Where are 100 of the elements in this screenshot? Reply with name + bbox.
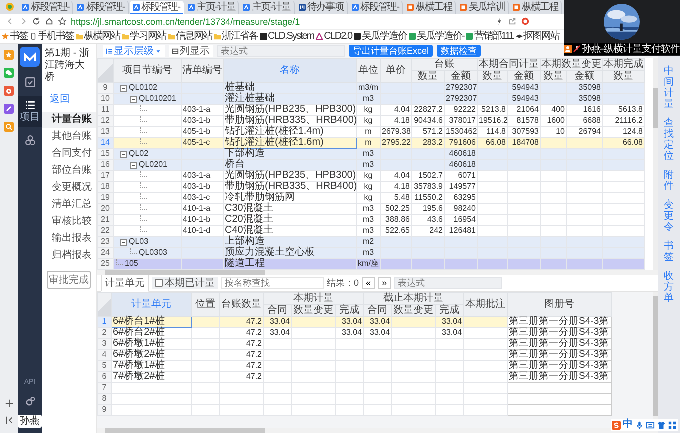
add-icon[interactable] (4, 399, 14, 408)
shirt-icon[interactable] (657, 420, 666, 430)
columns-button[interactable]: 列显示 (169, 45, 213, 57)
bookmark[interactable]: 吴瓜学造价- (409, 31, 464, 42)
nav-item[interactable]: 归档报表 (42, 248, 96, 264)
bookmark[interactable]: 信息网站 (168, 31, 212, 42)
mic-icon[interactable] (635, 420, 644, 430)
site-icon (22, 4, 29, 11)
table-cell: C30混凝土 (224, 204, 356, 214)
toolbar-button[interactable]: 数据检查 (437, 45, 482, 57)
tree-line (140, 193, 147, 199)
browser-tab[interactable]: 标段管理- (130, 1, 184, 14)
approve-button[interactable]: 审批完成 (47, 271, 91, 289)
folder-icon (214, 33, 221, 40)
bookmark-star-icon[interactable] (58, 17, 67, 26)
scrollbar-thumb[interactable] (105, 270, 265, 275)
column-group-header: 本期计量 (264, 292, 364, 304)
row-number: 6 (98, 372, 112, 382)
units-tab[interactable]: 计量单元 (101, 274, 149, 292)
input-method-logo-icon[interactable] (612, 420, 621, 430)
checkbox-icon (24, 77, 36, 88)
folder-icon (122, 33, 129, 40)
list-icon (24, 100, 36, 111)
lightning-icon[interactable] (495, 17, 504, 26)
collapse-icon[interactable] (130, 96, 137, 102)
bookmark[interactable]: 学习网站 (122, 31, 166, 42)
collapse-icon[interactable] (120, 84, 127, 92)
bookmark[interactable]: 书签 (2, 31, 28, 42)
collapse-icon[interactable] (120, 150, 127, 158)
tree-line (140, 215, 147, 221)
collapse-icon[interactable] (120, 238, 127, 246)
checkbox[interactable] (155, 279, 163, 287)
table-cell: 7#桥墩1#桩 (112, 360, 192, 372)
reload-icon[interactable] (32, 17, 41, 26)
table-cell: 第三册第一分册S4-3第 (508, 350, 612, 360)
keyboard-icon[interactable] (646, 420, 655, 430)
table-cell: 6#桥台1#桩 (112, 316, 192, 328)
measured-filter[interactable]: 本期已计量 (152, 277, 218, 289)
row-number: 21 (98, 214, 114, 226)
input-mode-label[interactable]: 中 (623, 420, 633, 430)
tree-line (140, 127, 147, 133)
table-cell: 带肋钢筋(HRB335、HRB400) (224, 116, 356, 126)
column-group-header: 本期数量变更 (540, 58, 602, 70)
collapse-icon[interactable] (130, 162, 137, 168)
nav-item[interactable]: 变更概况 (42, 180, 96, 196)
level-dropdown[interactable]: 显示层级 (103, 45, 165, 57)
bookmark[interactable]: 手机书签 (30, 31, 74, 42)
pager-button[interactable]: « (362, 277, 376, 289)
nav-item[interactable]: 审核比较 (42, 214, 96, 230)
bookmark[interactable]: 浙江省各 (214, 31, 258, 42)
collapse-icon[interactable] (4, 416, 14, 425)
triangle-icon (316, 33, 324, 40)
tree-line (140, 226, 147, 232)
pager-button[interactable]: » (378, 277, 392, 289)
period-title: 第1期 - 浙江跨海大桥 (44, 46, 90, 85)
eye-icon[interactable] (4, 86, 14, 96)
cluster-icon (24, 135, 36, 146)
nav-item[interactable]: 输出报表 (42, 231, 96, 247)
expression-field[interactable]: 表达式 (217, 45, 345, 57)
participant-name: 孙燕-纵横计量支付软件 (582, 44, 680, 54)
bookmark[interactable]: CLD2.0 (316, 31, 352, 42)
bookmark[interactable]: 吴瓜学造价 (354, 31, 408, 42)
column-header: 单价 (380, 58, 412, 82)
star-icon[interactable] (4, 50, 14, 60)
nav-item[interactable]: 清单汇总 (42, 197, 96, 213)
toolbar-button[interactable]: 导出计量台账Excel (349, 45, 434, 57)
bookmark[interactable]: CLD.System (260, 31, 314, 42)
row-number: 19 (98, 192, 114, 204)
chat-icon[interactable] (4, 68, 14, 78)
pen-icon[interactable] (4, 104, 14, 114)
column-header: 数量变更 (392, 304, 436, 316)
app-logo-icon[interactable] (20, 47, 40, 67)
scrollbar-thumb[interactable] (105, 428, 265, 433)
search-engine-icon[interactable] (521, 17, 530, 26)
user-button[interactable]: 孙燕 (18, 415, 42, 428)
search-field[interactable]: 按名称查找 (221, 277, 324, 289)
table-cell: 第三册第一分册S4-3第 (508, 372, 612, 382)
nav-item[interactable]: 其他台账 (42, 129, 96, 145)
row-number: 10 (98, 94, 114, 104)
node-code: QL0303 (139, 248, 168, 258)
table-cell: 上部构造 (224, 236, 356, 248)
nav-item[interactable]: 合同支付 (42, 146, 96, 162)
node-code: 105 (125, 259, 138, 269)
address-field[interactable]: https://jl.smartcost.com.cn/tender/13734/measure/stage/1 (71, 16, 491, 26)
scrollbar-thumb[interactable] (653, 88, 658, 128)
expression-field[interactable]: 表达式 (394, 277, 502, 289)
site-icon (260, 33, 267, 40)
home-icon[interactable] (45, 17, 54, 26)
share-icon[interactable] (508, 17, 517, 26)
scrollbar-thumb[interactable] (653, 296, 658, 416)
grid-icon[interactable] (668, 420, 677, 430)
nav-item[interactable]: 部位台账 (42, 163, 96, 179)
nav-item[interactable]: 计量台账 (42, 112, 96, 128)
sidebar-item[interactable]: 项目 (18, 96, 42, 127)
bookmark[interactable]: 抠图网站 (516, 31, 560, 42)
settings-icon[interactable] (24, 396, 36, 407)
back-link[interactable]: 返回 (42, 90, 96, 112)
bookmark[interactable]: 枞横网站 (76, 31, 120, 42)
bookmark[interactable]: 营销部111 (466, 31, 514, 42)
column-header: 名称 (224, 58, 356, 82)
